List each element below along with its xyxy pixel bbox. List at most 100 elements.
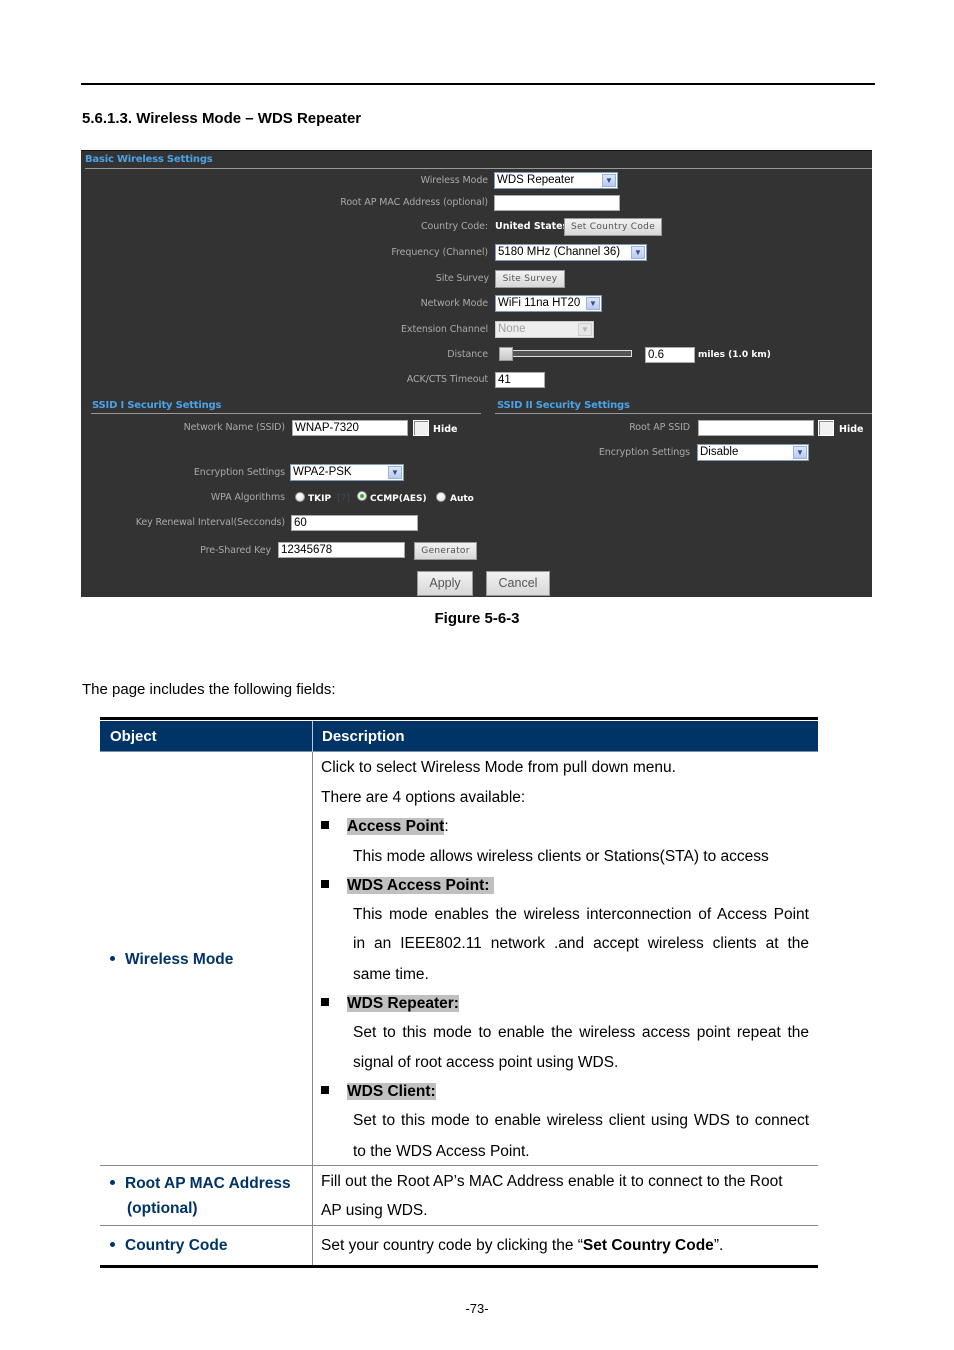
distance-slider-track[interactable] <box>501 350 632 357</box>
apply-button[interactable]: Apply <box>417 571 473 596</box>
wireless-mode-select[interactable]: WDS Repeater ▼ <box>494 172 618 189</box>
wpa-tkip-label: TKIP <box>308 494 332 504</box>
square-bullet-icon <box>321 1086 329 1094</box>
distance-label: Distance <box>447 349 488 360</box>
ssid1-network-name-label: Network Name (SSID) <box>183 422 286 433</box>
wpa-tkip-radio[interactable] <box>295 492 305 502</box>
psk-input[interactable]: 12345678 <box>278 542 405 558</box>
root-ap-mac-input[interactable] <box>494 195 620 211</box>
desc-line: to the WDS Access Point. <box>353 1143 530 1160</box>
distance-slider-thumb[interactable] <box>499 347 513 361</box>
desc-line: This mode enables the wireless interconn… <box>353 906 809 923</box>
desc-line: same time. <box>353 966 429 983</box>
chevron-down-icon: ▼ <box>631 246 645 259</box>
ssid1-divider <box>91 413 481 414</box>
frequency-value: 5180 MHz (Channel 36) <box>498 246 621 258</box>
option-suffix: : <box>444 818 449 835</box>
desc-bold: Set Country Code <box>582 1237 714 1254</box>
ssid1-encryption-label: Encryption Settings <box>193 467 285 478</box>
chevron-down-icon: ▼ <box>793 446 807 459</box>
desc-line: signal of root access point using WDS. <box>353 1054 619 1071</box>
cancel-button[interactable]: Cancel <box>486 571 550 596</box>
ssid2-hide-checkbox[interactable] <box>818 420 834 436</box>
wireless-mode-value: WDS Repeater <box>497 174 575 186</box>
row-divider <box>100 1225 818 1226</box>
ack-timeout-label: ACK/CTS Timeout <box>406 374 488 385</box>
set-country-code-button[interactable]: Set Country Code <box>564 218 662 236</box>
ssid2-encryption-select[interactable]: Disable ▼ <box>697 444 809 461</box>
section-title: 5.6.1.3. Wireless Mode – WDS Repeater <box>82 110 362 127</box>
desc-line: Set to this mode to enable wireless clie… <box>353 1112 809 1129</box>
help-icon[interactable]: [?] <box>337 493 350 504</box>
desc-line: in an IEEE802.11 network .and accept wir… <box>353 935 809 952</box>
table-header: Object Description <box>100 721 818 752</box>
bullet-dot <box>110 956 115 961</box>
ssid1-encryption-value: WPA2-PSK <box>293 466 352 478</box>
object-country-code: Country Code <box>110 1233 227 1258</box>
ssid1-header: SSID I Security Settings <box>92 400 222 411</box>
ack-timeout-input[interactable]: 41 <box>495 372 545 388</box>
distance-input[interactable]: 0.6 <box>645 347 695 363</box>
frequency-select[interactable]: 5180 MHz (Channel 36) ▼ <box>495 244 647 261</box>
desc-line: There are 4 options available: <box>321 789 526 806</box>
extension-channel-label: Extension Channel <box>401 324 488 335</box>
wpa-ccmp-radio[interactable] <box>357 491 367 501</box>
option-wds-access-point: WDS Access Point: <box>321 877 494 895</box>
ssid1-hide-checkbox[interactable] <box>413 420 429 436</box>
ssid1-network-name-input[interactable]: WNAP-7320 <box>292 420 408 436</box>
option-title: WDS Repeater: <box>347 995 459 1012</box>
table-top-rule <box>100 717 818 720</box>
header-rule <box>81 83 875 85</box>
header-divider <box>312 721 313 752</box>
intro-text: The page includes the following fields: <box>82 681 336 698</box>
chevron-down-icon: ▼ <box>388 466 402 479</box>
object-label: Country Code <box>125 1237 228 1254</box>
country-code-label: Country Code: <box>421 221 488 232</box>
option-title: WDS Access Point: <box>347 877 490 894</box>
desc-line: Click to select Wireless Mode from pull … <box>321 759 676 776</box>
desc-line: This mode allows wireless clients or Sta… <box>353 848 769 865</box>
square-bullet-icon <box>321 821 329 829</box>
extension-channel-select[interactable]: None ▼ <box>495 321 594 338</box>
site-survey-label: Site Survey <box>435 273 489 284</box>
generator-button[interactable]: Generator <box>414 542 477 560</box>
network-mode-select[interactable]: WiFi 11na HT20 ▼ <box>495 295 602 312</box>
object-wireless-mode: Wireless Mode <box>110 947 233 972</box>
section-divider <box>85 168 872 169</box>
key-renewal-input[interactable]: 60 <box>291 515 418 531</box>
extension-channel-value: None <box>498 323 526 335</box>
distance-unit: miles (1.0 km) <box>698 350 771 360</box>
ssid2-divider <box>495 413 872 414</box>
option-access-point: Access Point: <box>321 818 449 836</box>
basic-wireless-settings-header: Basic Wireless Settings <box>85 154 213 165</box>
chevron-down-icon: ▼ <box>578 323 592 336</box>
root-ap-ssid-input[interactable] <box>698 420 814 436</box>
wpa-ccmp-label: CCMP(AES) <box>370 494 427 504</box>
column-divider <box>312 752 313 1265</box>
ssid1-hide-label: Hide <box>433 424 458 435</box>
desc-line: Set to this mode to enable the wireless … <box>353 1024 809 1041</box>
wireless-mode-label: Wireless Mode <box>420 175 488 186</box>
country-code-value: United States <box>495 221 569 232</box>
chevron-down-icon: ▼ <box>602 174 616 187</box>
ssid2-encryption-label: Encryption Settings <box>598 447 690 458</box>
page-number: -73- <box>465 1301 489 1316</box>
wpa-algorithms-label: WPA Algorithms <box>210 492 285 503</box>
figure-caption: Figure 5-6-3 <box>434 610 520 627</box>
option-title: Access Point <box>347 818 445 835</box>
option-wds-client: WDS Client: <box>321 1083 436 1101</box>
network-mode-label: Network Mode <box>420 298 488 309</box>
ssid2-encryption-value: Disable <box>700 446 739 458</box>
desc-text: Set your country code by clicking the “ <box>321 1237 583 1254</box>
key-renewal-label: Key Renewal Interval(Secconds) <box>135 517 285 528</box>
ssid1-encryption-select[interactable]: WPA2-PSK ▼ <box>290 464 404 481</box>
header-description: Description <box>322 728 405 745</box>
frequency-label: Frequency (Channel) <box>391 247 488 258</box>
object-label-cont: (optional) <box>127 1200 198 1217</box>
wpa-auto-radio[interactable] <box>436 492 446 502</box>
desc-text: ”. <box>713 1237 724 1254</box>
header-object: Object <box>110 728 157 745</box>
wpa-auto-label: Auto <box>450 494 474 504</box>
site-survey-button[interactable]: Site Survey <box>495 270 565 288</box>
network-mode-value: WiFi 11na HT20 <box>498 297 581 309</box>
